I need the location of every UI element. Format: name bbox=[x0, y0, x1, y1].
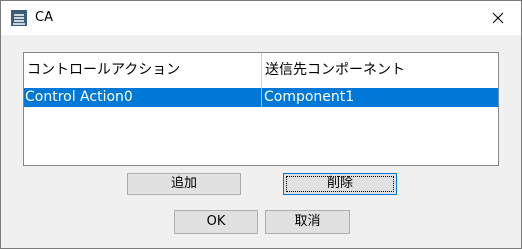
table-row[interactable]: Control Action0 Component1 bbox=[24, 88, 498, 107]
close-button[interactable] bbox=[475, 1, 521, 35]
cancel-button[interactable]: 取消 bbox=[265, 210, 350, 234]
ca-dialog: CA コントロールアクション 送信先コンポーネント Control Action… bbox=[0, 0, 522, 249]
column-header-target-component[interactable]: 送信先コンポーネント bbox=[262, 53, 498, 88]
window-title: CA bbox=[35, 10, 53, 25]
delete-button[interactable]: 削除 bbox=[283, 173, 397, 195]
rtc-app-icon bbox=[11, 10, 27, 26]
column-header-control-action[interactable]: コントロールアクション bbox=[24, 53, 262, 88]
cell-target-component[interactable]: Component1 bbox=[262, 88, 498, 107]
cell-control-action[interactable]: Control Action0 bbox=[24, 88, 262, 107]
title-bar[interactable]: CA bbox=[1, 1, 521, 35]
ok-button[interactable]: OK bbox=[174, 210, 258, 234]
close-icon bbox=[492, 12, 504, 24]
table-header: コントロールアクション 送信先コンポーネント bbox=[24, 53, 498, 89]
ca-table[interactable]: コントロールアクション 送信先コンポーネント Control Action0 C… bbox=[23, 52, 499, 166]
add-button[interactable]: 追加 bbox=[127, 173, 241, 195]
